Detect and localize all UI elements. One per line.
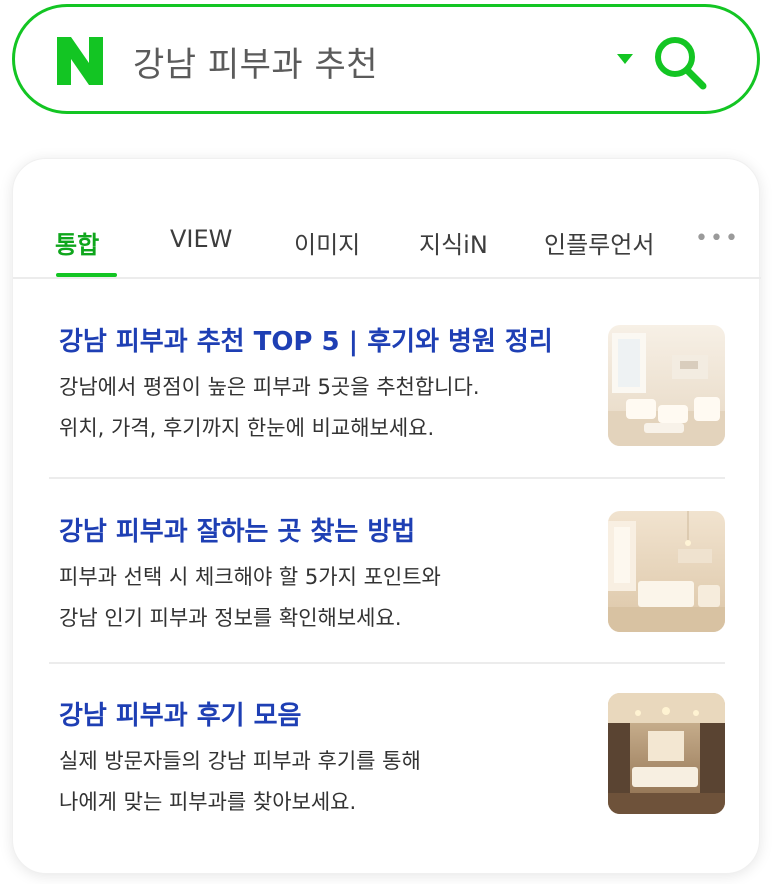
results-card: 통합 VIEW 이미지 지식iN 인플루언서 ••• 강남 피부과 추천 TOP… xyxy=(12,158,761,874)
result-title-link[interactable]: 강남 피부과 잘하는 곳 찾는 방법 xyxy=(59,511,415,548)
dropdown-arrow-icon[interactable] xyxy=(616,52,634,66)
tab-view[interactable]: VIEW xyxy=(170,225,232,253)
more-tabs-icon[interactable]: ••• xyxy=(695,226,740,251)
tabs-divider xyxy=(13,277,761,279)
result-title-link[interactable]: 강남 피부과 후기 모음 xyxy=(59,695,301,732)
search-icon[interactable] xyxy=(651,33,709,91)
result-divider xyxy=(49,662,725,664)
result-description-line: 강남 인기 피부과 정보를 확인해보세요. xyxy=(59,606,402,630)
tab-images[interactable]: 이미지 xyxy=(294,225,360,260)
result-description-line: 실제 방문자들의 강남 피부과 후기를 통해 xyxy=(59,749,421,773)
result-divider xyxy=(49,477,725,479)
search-bar[interactable]: 강남 피부과 추천 xyxy=(12,4,760,114)
clinic-reception-image[interactable] xyxy=(608,511,725,632)
naver-logo xyxy=(55,35,105,87)
search-input[interactable]: 강남 피부과 추천 xyxy=(133,37,378,86)
clinic-treatment-room-image[interactable] xyxy=(608,693,725,814)
clinic-lounge-image[interactable] xyxy=(608,325,725,446)
tab-integrated[interactable]: 통합 xyxy=(55,225,99,260)
tab-bar: 통합 VIEW 이미지 지식iN 인플루언서 ••• xyxy=(13,159,761,279)
result-description-line: 나에게 맞는 피부과를 찾아보세요. xyxy=(59,790,357,814)
result-title-link[interactable]: 강남 피부과 추천 TOP 5 | 후기와 병원 정리 xyxy=(59,321,553,358)
result-description-line: 강남에서 평점이 높은 피부과 5곳을 추천합니다. xyxy=(59,375,480,399)
result-description-line: 피부과 선택 시 체크해야 할 5가지 포인트와 xyxy=(59,565,441,589)
tab-influencer[interactable]: 인플루언서 xyxy=(544,225,654,260)
result-description-line: 위치, 가격, 후기까지 한눈에 비교해보세요. xyxy=(59,416,435,440)
tab-knowledge-in[interactable]: 지식iN xyxy=(419,225,488,260)
